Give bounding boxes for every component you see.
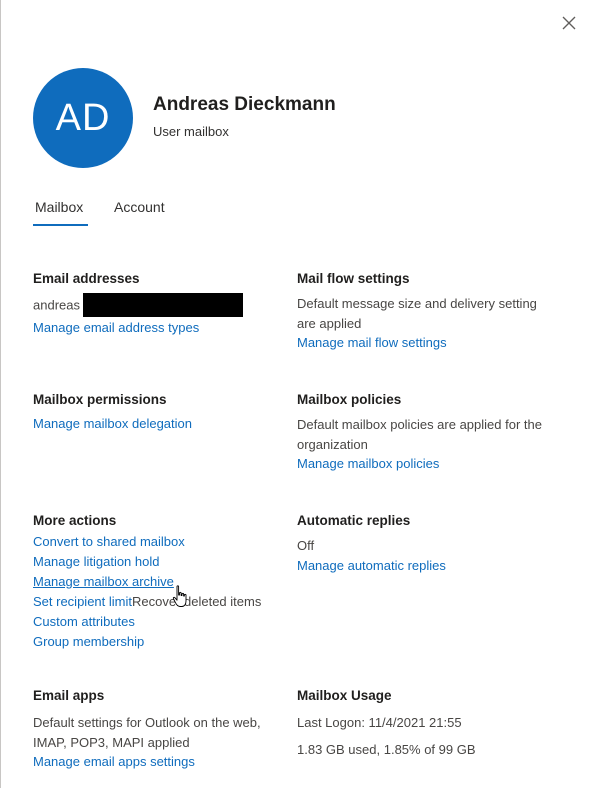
group-membership-link[interactable]: Group membership [33,632,261,652]
section-title: More actions [33,513,117,528]
active-tab-indicator [33,224,88,226]
email-address-value: andreas [33,293,243,318]
manage-mailbox-policies-link[interactable]: Manage mailbox policies [297,454,552,474]
tab-account[interactable]: Account [114,199,165,215]
manage-mail-flow-settings-link[interactable]: Manage mail flow settings [297,333,537,353]
manage-automatic-replies-link[interactable]: Manage automatic replies [297,556,446,576]
manage-mailbox-archive-link[interactable]: Manage mailbox archive [33,572,261,592]
usage-text: 1.83 GB used, 1.85% of 99 GB [297,741,476,757]
email-apps-text: Default settings for Outlook on the web,… [33,715,261,750]
set-recipient-limit-link[interactable]: Set recipient limit [33,594,132,609]
mailbox-permissions-section: Mailbox permissions Manage mailbox deleg… [33,391,192,434]
custom-attributes-link[interactable]: Custom attributes [33,612,261,632]
manage-email-address-types-link[interactable]: Manage email address types [33,318,243,338]
last-logon-text: Last Logon: 11/4/2021 21:55 [297,715,462,730]
section-title: Mail flow settings [297,271,410,286]
panel-edge [0,0,1,788]
email-address-text: andreas [33,297,80,313]
email-apps-section: Email apps Default settings for Outlook … [33,687,263,772]
more-actions-section: More actions Convert to shared mailbox M… [33,512,261,652]
mail-flow-text: Default message size and delivery settin… [297,296,537,331]
section-title: Email apps [33,688,105,703]
mailbox-policies-text: Default mailbox policies are applied for… [297,417,542,452]
mail-flow-section: Mail flow settings Default message size … [297,270,537,353]
tab-mailbox[interactable]: Mailbox [35,199,83,215]
mailbox-policies-section: Mailbox policies Default mailbox policie… [297,391,552,474]
automatic-replies-status: Off [297,538,315,553]
section-title: Mailbox permissions [33,392,167,407]
section-title: Mailbox policies [297,392,402,407]
automatic-replies-section: Automatic replies Off Manage automatic r… [297,512,446,576]
manage-email-apps-settings-link[interactable]: Manage email apps settings [33,752,263,772]
section-title: Email addresses [33,271,140,286]
manage-litigation-hold-link[interactable]: Manage litigation hold [33,552,261,572]
user-name: Andreas Dieckmann [153,94,336,115]
recipient-limit-row: Set recipient limitRecover deleted items [33,592,261,612]
convert-to-shared-mailbox-link[interactable]: Convert to shared mailbox [33,532,261,552]
email-addresses-section: Email addresses andreas Manage email add… [33,270,243,338]
close-icon[interactable] [560,14,578,32]
manage-mailbox-delegation-link[interactable]: Manage mailbox delegation [33,414,192,434]
recover-deleted-items-tooltip: Recover deleted items [131,594,262,609]
mailbox-usage-section: Mailbox Usage Last Logon: 11/4/2021 21:5… [297,687,476,759]
redacted-block [82,293,243,317]
user-type: User mailbox [153,124,229,139]
avatar: AD [33,68,133,168]
section-title: Mailbox Usage [297,688,392,703]
hand-cursor-icon [172,585,187,607]
section-title: Automatic replies [297,513,411,528]
